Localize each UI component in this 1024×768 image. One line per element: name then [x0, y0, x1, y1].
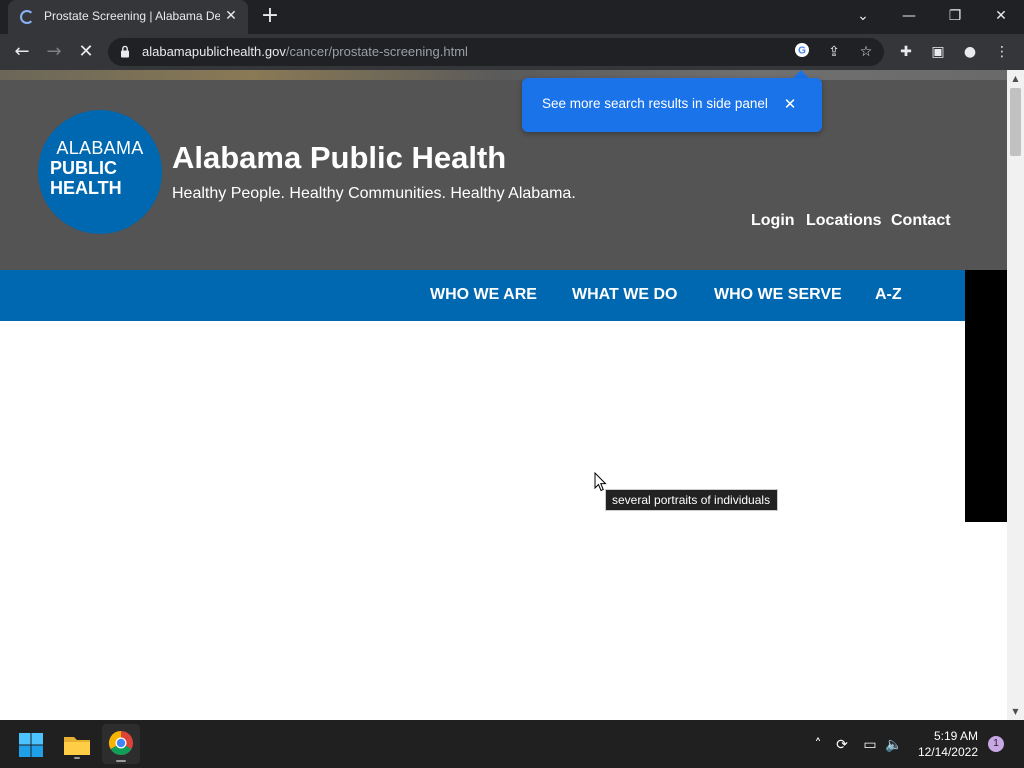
page-scrollbar[interactable] — [1007, 70, 1024, 720]
close-window-button[interactable]: ✕ — [978, 2, 1024, 30]
chrome-taskbar-button[interactable] — [102, 724, 140, 764]
locations-link[interactable]: Locations — [806, 212, 882, 230]
loading-spinner-icon — [20, 10, 34, 24]
restore-button[interactable]: ❐ — [932, 2, 978, 30]
login-link[interactable]: Login — [751, 212, 795, 230]
promo-close-icon[interactable]: ✕ — [781, 95, 799, 113]
mouse-cursor-icon — [594, 472, 607, 492]
volume-icon[interactable]: 🔈 — [884, 735, 904, 755]
site-title[interactable]: Alabama Public Health — [172, 140, 506, 176]
promo-arrow — [793, 70, 809, 78]
clock-date[interactable]: 12/14/2022 — [912, 745, 978, 759]
logo-text-line3: HEALTH — [50, 178, 122, 198]
scroll-down-icon[interactable]: ▼ — [1007, 703, 1024, 720]
scroll-thumb[interactable] — [1010, 88, 1021, 156]
image-tooltip: several portraits of individuals — [605, 489, 778, 511]
file-explorer-icon[interactable] — [62, 730, 92, 760]
forward-button[interactable]: → — [42, 40, 66, 64]
share-icon[interactable]: ⇪ — [824, 42, 844, 62]
minimize-button[interactable]: — — [886, 2, 932, 30]
google-lens-icon[interactable]: G — [792, 42, 812, 62]
show-hidden-icons-icon[interactable]: ˄ — [808, 735, 828, 755]
scroll-up-icon[interactable]: ▲ — [1007, 70, 1024, 87]
network-icon[interactable]: ▭ — [860, 735, 880, 755]
menu-icon[interactable]: ⋮ — [992, 42, 1012, 62]
chrome-icon — [108, 731, 133, 762]
tab-close-icon[interactable]: ✕ — [222, 7, 240, 25]
notification-badge[interactable]: 1 — [988, 736, 1004, 752]
profile-icon[interactable]: ● — [960, 42, 980, 62]
url-text: alabamapublichealth.gov/cancer/prostate-… — [142, 44, 468, 59]
hero-image-strip — [0, 70, 1007, 80]
lock-icon — [121, 45, 129, 58]
logo-text-line2: PUBLIC — [50, 158, 117, 178]
nav-what-we-do[interactable]: WHAT WE DO — [572, 286, 677, 304]
image-placeholder — [965, 270, 1007, 522]
svg-text:G: G — [798, 46, 806, 57]
contact-link[interactable]: Contact — [891, 212, 951, 230]
clock-time[interactable]: 5:19 AM — [918, 729, 978, 743]
nav-who-we-are[interactable]: WHO WE ARE — [430, 286, 537, 304]
promo-text: See more search results in side panel — [542, 96, 768, 111]
nav-who-we-serve[interactable]: WHO WE SERVE — [714, 286, 842, 304]
windows-start-icon[interactable] — [18, 732, 44, 758]
site-tagline: Healthy People. Healthy Communities. Hea… — [172, 185, 576, 202]
back-button[interactable]: ← — [10, 40, 34, 64]
sync-icon[interactable]: ⟳ — [832, 735, 852, 755]
logo-text-line1: ALABAMA — [56, 138, 144, 158]
bookmark-star-icon[interactable]: ☆ — [856, 42, 876, 62]
stop-loading-button[interactable]: ✕ — [74, 40, 98, 64]
nav-a-z[interactable]: A-Z — [875, 286, 902, 304]
side-panel-icon[interactable]: ▣ — [928, 42, 948, 62]
tab-search-icon[interactable]: ⌄ — [840, 2, 886, 30]
extensions-icon[interactable]: ✚ — [896, 42, 916, 62]
tab-title: Prostate Screening | Alabama De — [44, 9, 220, 23]
new-tab-button[interactable]: + — [258, 4, 282, 28]
